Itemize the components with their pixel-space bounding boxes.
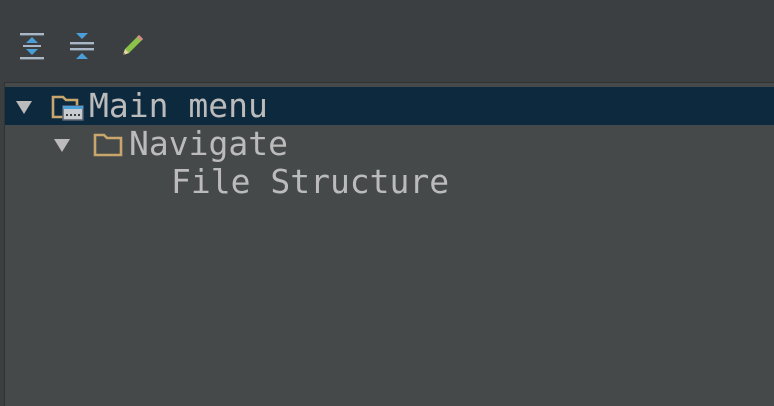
tree-item-label: Navigate [129, 124, 288, 163]
toolbar [0, 0, 774, 82]
expand-all-button[interactable] [14, 28, 50, 64]
collapse-all-button[interactable] [64, 28, 100, 64]
expand-all-icon [20, 33, 44, 60]
edit-pencil-icon [123, 35, 143, 55]
tree-item-label: Main menu [89, 86, 268, 125]
tree-item-navigate[interactable]: Navigate [5, 125, 774, 163]
tree-item-file-structure[interactable]: File Structure [5, 163, 774, 201]
expand-arrow-icon[interactable] [13, 96, 35, 118]
menu-tree: Main menu Navigate File Structure [4, 82, 774, 406]
folder-icon [93, 131, 127, 161]
tree-item-main-menu[interactable]: Main menu [5, 87, 774, 125]
expand-arrow-icon[interactable] [51, 134, 73, 156]
collapse-all-icon [70, 33, 94, 59]
edit-button[interactable] [114, 28, 150, 64]
menu-folder-icon [51, 93, 85, 123]
tree-item-label: File Structure [171, 162, 450, 201]
